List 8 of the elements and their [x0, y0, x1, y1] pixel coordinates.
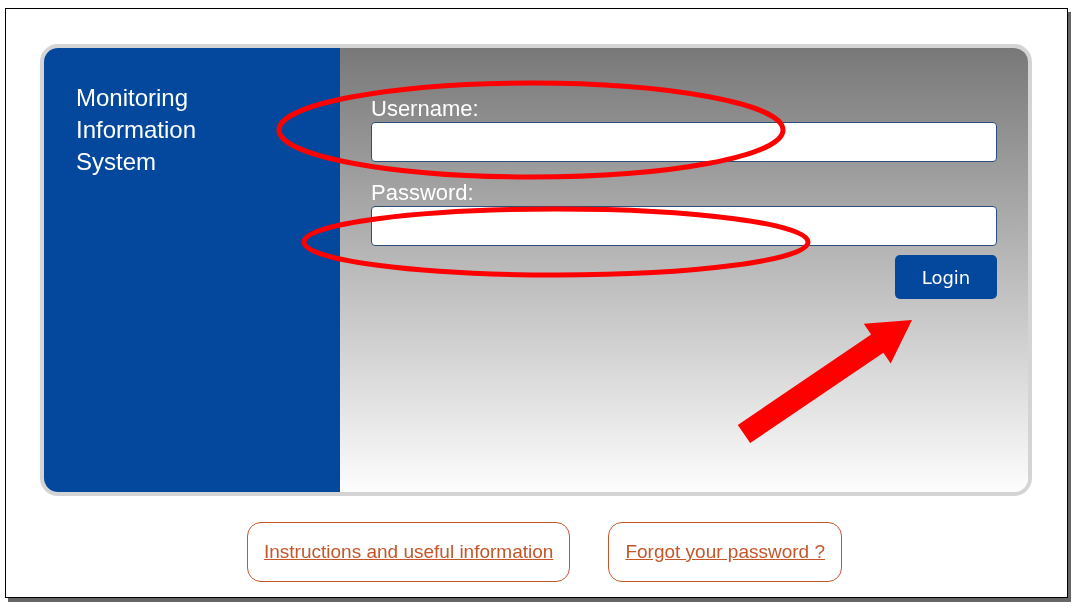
link-button[interactable]: Instructions and useful information — [247, 522, 571, 582]
input-field[interactable] — [371, 206, 997, 246]
login-button[interactable]: Login — [895, 255, 997, 299]
app-title: Monitoring Information System — [76, 83, 198, 177]
field-label: Password: — [371, 180, 474, 206]
field-label: Username: — [371, 96, 479, 122]
input-field[interactable] — [371, 122, 997, 162]
link-button[interactable]: Forgot your password ? — [608, 522, 842, 582]
